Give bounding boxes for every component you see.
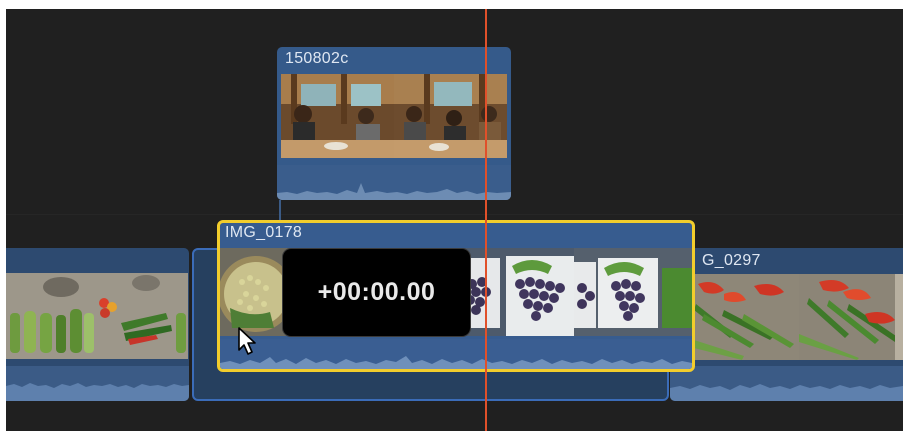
audio-waveform: [277, 165, 511, 200]
lane-divider: [6, 214, 903, 215]
clip-thumbnails: [694, 274, 903, 360]
clip-img-0297[interactable]: G_0297: [670, 248, 903, 401]
thumbnail-frame: [574, 248, 692, 336]
clip-title: G_0297: [702, 252, 761, 269]
timeline-area[interactable]: 150802c G_0297 IMG_0178 +00:00.00: [6, 9, 903, 431]
clip-vegetables-left[interactable]: [6, 248, 189, 401]
clip-title: IMG_0178: [225, 224, 303, 241]
thumbnail-frame: [6, 273, 188, 359]
thumbnail-frame: [456, 248, 574, 336]
clip-thumbnails: [6, 273, 188, 359]
arrow-cursor-icon: [237, 326, 259, 356]
audio-waveform: [220, 339, 692, 369]
audio-waveform: [6, 366, 189, 401]
clip-thumbnails: [281, 74, 507, 158]
thumbnail-frame: [799, 274, 903, 360]
clip-150802c[interactable]: 150802c: [277, 47, 511, 200]
thumbnail-frame: [281, 74, 394, 158]
audio-waveform: [670, 366, 903, 401]
thumbnail-frame: [394, 74, 507, 158]
thumbnail-frame: [694, 274, 799, 360]
timecode-offset-display: +00:00.00: [283, 249, 470, 336]
playhead[interactable]: [485, 9, 487, 431]
connection-stem: [279, 200, 281, 222]
clip-title: 150802c: [285, 50, 349, 67]
